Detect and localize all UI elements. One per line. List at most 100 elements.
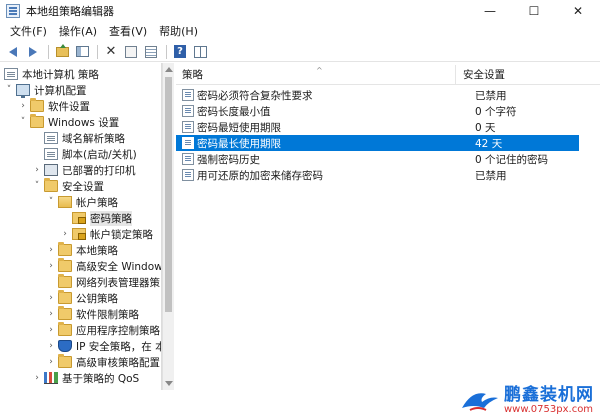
chevron-right-icon[interactable]: ›: [46, 290, 56, 306]
folder-icon: [58, 322, 72, 336]
view-icon[interactable]: [191, 44, 209, 60]
policy-row[interactable]: 强制密码历史 0 个记住的密码: [176, 151, 579, 167]
chevron-right-icon[interactable]: ›: [46, 322, 56, 338]
watermark-brand: 鹏鑫装机网: [504, 385, 594, 405]
policy-row-selected[interactable]: 密码最长使用期限 42 天: [176, 135, 579, 151]
watermark-url: www.0753px.com: [504, 404, 594, 415]
toolbar-separator: [48, 44, 49, 59]
tree-item-public-key[interactable]: › 公钥策略: [46, 290, 118, 306]
tree-item-account-policies[interactable]: ˅ 帐户策略: [46, 194, 118, 210]
tree-item-advanced-firewall[interactable]: › 高级安全 Window: [46, 258, 161, 274]
menu-bar: 文件(F) 操作(A) 查看(V) 帮助(H): [0, 22, 600, 42]
close-button[interactable]: ✕: [556, 0, 600, 22]
tree-item-local-policy[interactable]: 本地计算机 策略: [4, 66, 99, 82]
policy-row[interactable]: 用可还原的加密来储存密码 已禁用: [176, 167, 579, 183]
policy-row[interactable]: 密码长度最小值 0 个字符: [176, 103, 579, 119]
printer-icon: [44, 164, 58, 176]
chevron-right-icon[interactable]: ›: [46, 258, 56, 274]
policy-row[interactable]: 密码最短使用期限 0 天: [176, 119, 579, 135]
minimize-button[interactable]: —: [468, 0, 512, 22]
chevron-right-icon[interactable]: ›: [18, 98, 28, 114]
window-title: 本地组策略编辑器: [26, 5, 114, 18]
tree-item-account-lockout[interactable]: › 帐户锁定策略: [60, 226, 153, 242]
tree-item-local-policies[interactable]: › 本地策略: [46, 242, 118, 258]
back-icon[interactable]: [4, 44, 22, 60]
folder-open-icon: [58, 196, 72, 208]
tree-item-computer-config[interactable]: ˅ 计算机配置: [4, 82, 87, 98]
folder-icon: [44, 178, 58, 192]
chevron-right-icon[interactable]: ›: [46, 242, 56, 258]
policy-icon: [182, 153, 194, 165]
folder-icon: [58, 306, 72, 320]
scroll-up-icon[interactable]: [165, 67, 173, 72]
chevron-down-icon[interactable]: ˅: [46, 194, 56, 210]
tree-item-ip-security[interactable]: › IP 安全策略，在 本: [46, 338, 161, 354]
up-folder-icon[interactable]: [53, 43, 71, 60]
tree-item-scripts[interactable]: 脚本(启动/关机): [32, 146, 137, 162]
show-tree-icon[interactable]: [73, 44, 91, 60]
chevron-down-icon[interactable]: ˅: [18, 114, 28, 130]
forward-icon[interactable]: [24, 44, 42, 60]
chevron-right-icon[interactable]: ›: [60, 226, 70, 242]
tree-item-name-resolution[interactable]: 域名解析策略: [32, 130, 125, 146]
policy-icon: [182, 137, 194, 149]
policy-row[interactable]: 密码必须符合复杂性要求 已禁用: [176, 87, 579, 103]
chevron-right-icon[interactable]: ›: [46, 338, 56, 354]
lock-folder-icon: [72, 212, 86, 224]
chevron-down-icon[interactable]: ˅: [32, 178, 42, 194]
tree-item-network-list[interactable]: 网络列表管理器策: [46, 274, 160, 290]
folder-icon: [58, 274, 72, 288]
tree-scrollbar[interactable]: [162, 63, 174, 390]
toolbar-separator: [97, 44, 98, 59]
lock-folder-icon: [72, 228, 86, 240]
document-icon: [44, 148, 58, 160]
toolbar-separator: [166, 44, 167, 59]
chevron-right-icon[interactable]: ›: [32, 162, 42, 178]
chart-icon: [44, 372, 58, 384]
shield-icon: [58, 340, 72, 352]
chevron-down-icon[interactable]: ˅: [4, 82, 14, 98]
chevron-right-icon[interactable]: ›: [46, 306, 56, 322]
tree-item-security-settings[interactable]: ˅ 安全设置: [32, 178, 104, 194]
policy-icon: [182, 105, 194, 117]
tree-item-software-settings[interactable]: › 软件设置: [18, 98, 90, 114]
folder-icon: [58, 242, 72, 256]
tree-item-qos[interactable]: › 基于策略的 QoS: [32, 370, 139, 386]
help-icon[interactable]: ?: [171, 44, 189, 60]
list-header: 策略 ^ 安全设置: [176, 65, 600, 85]
delete-icon[interactable]: ✕: [102, 44, 120, 60]
maximize-button[interactable]: ☐: [512, 0, 556, 22]
toolbar: ✕ ?: [0, 42, 600, 62]
properties-icon[interactable]: [122, 44, 140, 60]
export-list-icon[interactable]: [142, 44, 160, 60]
folder-icon: [30, 98, 44, 112]
menu-help[interactable]: 帮助(H): [153, 22, 204, 42]
computer-policy-icon: [4, 68, 18, 80]
tree-item-software-restriction[interactable]: › 软件限制策略: [46, 306, 139, 322]
menu-file[interactable]: 文件(F): [4, 22, 53, 42]
chevron-right-icon[interactable]: ›: [46, 354, 56, 370]
scrollbar-thumb[interactable]: [165, 77, 172, 312]
tree-item-windows-settings[interactable]: ˅ Windows 设置: [18, 114, 119, 130]
folder-icon: [30, 114, 44, 128]
app-icon: [6, 4, 20, 18]
column-header-setting[interactable]: 安全设置: [457, 65, 600, 85]
sort-caret-icon: ^: [316, 66, 323, 75]
menu-action[interactable]: 操作(A): [53, 22, 103, 42]
tree-item-printers[interactable]: › 已部署的打印机: [32, 162, 136, 178]
policy-icon: [182, 169, 194, 181]
document-icon: [44, 132, 58, 144]
folder-icon: [58, 290, 72, 304]
computer-icon: [16, 84, 30, 98]
scroll-down-icon[interactable]: [165, 381, 173, 386]
folder-icon: [58, 354, 72, 368]
chevron-right-icon[interactable]: ›: [32, 370, 42, 386]
tree-item-app-control[interactable]: › 应用程序控制策略: [46, 322, 160, 338]
title-bar: 本地组策略编辑器 — ☐ ✕: [0, 0, 600, 22]
bird-logo-icon: [462, 393, 498, 411]
site-watermark: 鹏鑫装机网 www.0753px.com: [460, 386, 594, 416]
menu-view[interactable]: 查看(V): [103, 22, 153, 42]
console-tree: 本地计算机 策略 ˅ 计算机配置 › 软件设置 ˅ Windows 设置 域名解…: [0, 63, 162, 390]
tree-item-advanced-audit[interactable]: › 高级审核策略配置: [46, 354, 160, 370]
tree-item-password-policy[interactable]: 密码策略: [60, 210, 132, 226]
